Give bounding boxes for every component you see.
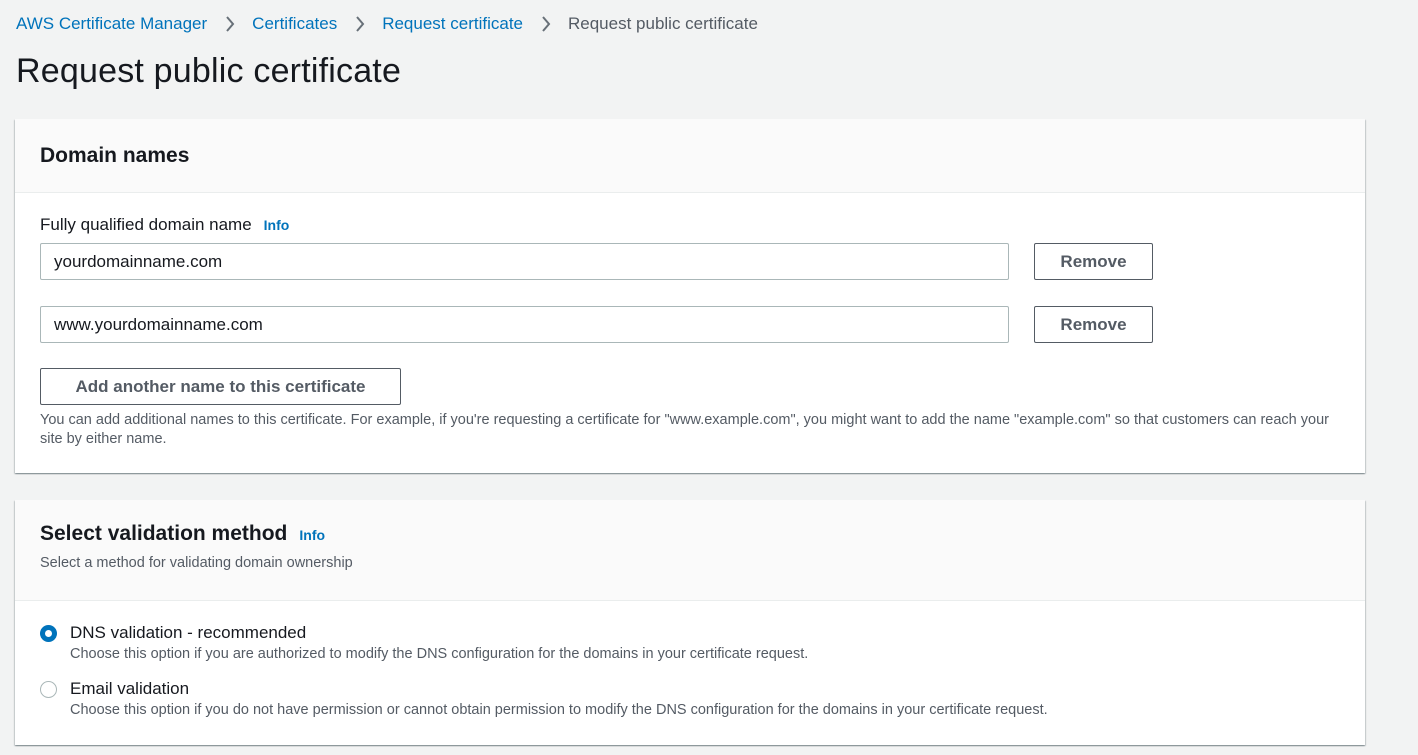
email-validation-radio[interactable]	[40, 681, 57, 698]
dns-validation-radio[interactable]	[40, 625, 57, 642]
dns-validation-description: Choose this option if you are authorized…	[70, 646, 809, 662]
email-validation-description: Choose this option if you do not have pe…	[70, 702, 1048, 718]
validation-method-header: Select validation method Info Select a m…	[15, 500, 1365, 601]
dns-validation-option[interactable]: DNS validation - recommended Choose this…	[40, 622, 808, 662]
dns-validation-text: DNS validation - recommended Choose this…	[70, 622, 808, 662]
email-validation-label[interactable]: Email validation	[70, 678, 1048, 700]
chevron-right-icon	[523, 16, 568, 32]
validation-method-panel: Select validation method Info Select a m…	[15, 500, 1365, 745]
fqdn-label: Fully qualified domain name	[40, 215, 252, 234]
domain-names-header: Domain names	[15, 119, 1365, 193]
breadcrumb-request-certificate[interactable]: Request certificate	[382, 14, 523, 34]
breadcrumb-current: Request public certificate	[568, 14, 758, 33]
domain-names-title: Domain names	[40, 143, 190, 167]
fqdn-info-link[interactable]: Info	[264, 217, 290, 233]
dns-validation-label[interactable]: DNS validation - recommended	[70, 622, 808, 644]
domain-names-panel: Domain names Fully qualified domain name…	[15, 119, 1365, 473]
remove-domain-2-button[interactable]: Remove	[1034, 306, 1153, 343]
page-title: Request public certificate	[16, 52, 402, 90]
chevron-right-icon	[337, 16, 382, 32]
validation-method-description: Select a method for validating domain ow…	[40, 555, 353, 571]
fqdn-label-row: Fully qualified domain name Info	[40, 215, 289, 235]
validation-info-link[interactable]: Info	[299, 527, 325, 543]
validation-title-row: Select validation method Info	[40, 522, 1365, 546]
chevron-right-icon	[207, 16, 252, 32]
domain-input-2[interactable]	[40, 306, 1009, 343]
validation-method-title: Select validation method	[40, 522, 288, 545]
domain-names-help-text: You can add additional names to this cer…	[40, 412, 1329, 447]
email-validation-option[interactable]: Email validation Choose this option if y…	[40, 678, 1048, 718]
breadcrumb-certificates[interactable]: Certificates	[252, 14, 337, 34]
remove-domain-1-button[interactable]: Remove	[1034, 243, 1153, 280]
domain-input-1[interactable]	[40, 243, 1009, 280]
breadcrumb: AWS Certificate Manager Certificates Req…	[16, 12, 758, 36]
add-another-name-button[interactable]: Add another name to this certificate	[40, 368, 401, 405]
breadcrumb-aws-certificate-manager[interactable]: AWS Certificate Manager	[16, 14, 207, 34]
email-validation-text: Email validation Choose this option if y…	[70, 678, 1048, 718]
